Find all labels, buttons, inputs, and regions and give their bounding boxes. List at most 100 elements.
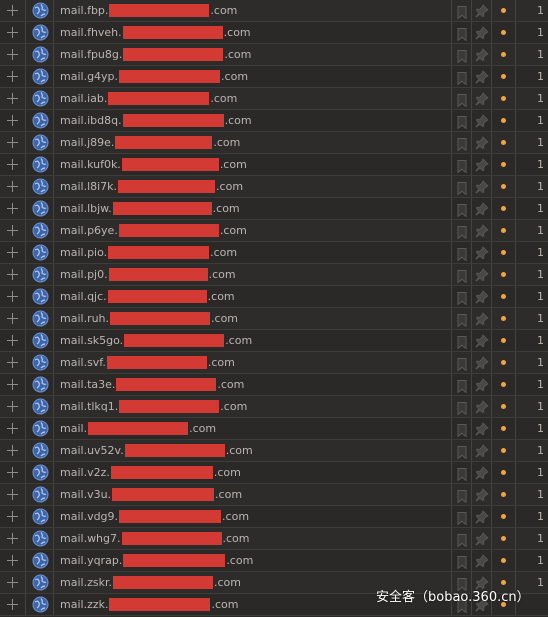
domain-name[interactable]: mail.ibd8q. .com	[60, 113, 252, 128]
expand-cell[interactable]	[0, 88, 26, 109]
domain-cell[interactable]: mail.ta3e. .com	[54, 374, 452, 395]
bookmark-icon[interactable]	[457, 246, 467, 262]
bookmark-cell[interactable]	[452, 242, 472, 263]
domain-cell[interactable]: mail.p6ye. .com	[54, 220, 452, 241]
bookmark-icon[interactable]	[457, 114, 467, 130]
pin-cell[interactable]	[472, 286, 492, 307]
pin-cell[interactable]	[472, 484, 492, 505]
bookmark-cell[interactable]	[452, 44, 472, 65]
pin-icon[interactable]	[475, 267, 489, 282]
pin-icon[interactable]	[475, 223, 489, 238]
pin-icon[interactable]	[475, 487, 489, 502]
domain-name[interactable]: mail.ta3e. .com	[60, 377, 244, 392]
plus-icon[interactable]	[7, 357, 18, 368]
pin-icon[interactable]	[475, 135, 489, 150]
bookmark-cell[interactable]	[452, 264, 472, 285]
pin-cell[interactable]	[472, 0, 492, 21]
bookmark-icon[interactable]	[457, 510, 467, 526]
pin-icon[interactable]	[475, 289, 489, 304]
domain-name[interactable]: mail.lbjw. .com	[60, 201, 240, 216]
pin-cell[interactable]	[472, 506, 492, 527]
expand-cell[interactable]	[0, 462, 26, 483]
plus-icon[interactable]	[7, 467, 18, 478]
table-row[interactable]: mail.ruh. .com 1	[0, 308, 548, 330]
table-row[interactable]: mail.kuf0k. .com 1	[0, 154, 548, 176]
plus-icon[interactable]	[7, 159, 18, 170]
table-row[interactable]: mail.svf. .com 1	[0, 352, 548, 374]
expand-cell[interactable]	[0, 440, 26, 461]
table-row[interactable]: mail.g4yp. .com 1	[0, 66, 548, 88]
bookmark-icon[interactable]	[457, 202, 467, 218]
plus-icon[interactable]	[7, 247, 18, 258]
domain-cell[interactable]: mail.ruh. .com	[54, 308, 452, 329]
pin-cell[interactable]	[472, 462, 492, 483]
domain-name[interactable]: mail.yqrap. .com	[60, 553, 253, 568]
domain-name[interactable]: mail.fhveh. .com	[60, 25, 251, 40]
table-row[interactable]: mail.j89e. .com 1	[0, 132, 548, 154]
bookmark-cell[interactable]	[452, 484, 472, 505]
bookmark-cell[interactable]	[452, 110, 472, 131]
pin-cell[interactable]	[472, 352, 492, 373]
domain-name[interactable]: mail.p6ye. .com	[60, 223, 247, 238]
bookmark-cell[interactable]	[452, 528, 472, 549]
domain-cell[interactable]: mail.sk5go. .com	[54, 330, 452, 351]
bookmark-cell[interactable]	[452, 352, 472, 373]
table-row[interactable]: mail.ibd8q. .com 1	[0, 110, 548, 132]
domain-cell[interactable]: mail.v2z. .com	[54, 462, 452, 483]
bookmark-cell[interactable]	[452, 330, 472, 351]
domain-name[interactable]: mail.pio. .com	[60, 245, 237, 260]
bookmark-icon[interactable]	[457, 466, 467, 482]
expand-cell[interactable]	[0, 330, 26, 351]
domain-name[interactable]: mail.vdg9. .com	[60, 509, 249, 524]
pin-cell[interactable]	[472, 132, 492, 153]
pin-cell[interactable]	[472, 176, 492, 197]
pin-cell[interactable]	[472, 220, 492, 241]
domain-cell[interactable]: mail.vdg9. .com	[54, 506, 452, 527]
domain-name[interactable]: mail.g4yp. .com	[60, 69, 248, 84]
domain-name[interactable]: mail.tlkq1. .com	[60, 399, 247, 414]
pin-cell[interactable]	[472, 198, 492, 219]
table-row[interactable]: mail.vdg9. .com 1	[0, 506, 548, 528]
pin-cell[interactable]	[472, 308, 492, 329]
bookmark-icon[interactable]	[457, 444, 467, 460]
bookmark-cell[interactable]	[452, 88, 472, 109]
domain-cell[interactable]: mail.ibd8q. .com	[54, 110, 452, 131]
plus-icon[interactable]	[7, 115, 18, 126]
pin-icon[interactable]	[475, 509, 489, 524]
plus-icon[interactable]	[7, 291, 18, 302]
table-row[interactable]: mail.uv52v. .com 1	[0, 440, 548, 462]
domain-name[interactable]: mail. .com	[60, 421, 216, 436]
plus-icon[interactable]	[7, 599, 18, 610]
table-row[interactable]: mail.pj0. .com 1	[0, 264, 548, 286]
pin-icon[interactable]	[475, 355, 489, 370]
pin-cell[interactable]	[472, 88, 492, 109]
table-row[interactable]: mail. .com 1	[0, 418, 548, 440]
expand-cell[interactable]	[0, 352, 26, 373]
plus-icon[interactable]	[7, 445, 18, 456]
bookmark-icon[interactable]	[457, 400, 467, 416]
domain-cell[interactable]: mail.v3u. .com	[54, 484, 452, 505]
plus-icon[interactable]	[7, 225, 18, 236]
domain-name[interactable]: mail.qjc. .com	[60, 289, 235, 304]
domain-name[interactable]: mail.ruh. .com	[60, 311, 238, 326]
pin-icon[interactable]	[475, 377, 489, 392]
bookmark-cell[interactable]	[452, 22, 472, 43]
pin-icon[interactable]	[475, 3, 489, 18]
pin-icon[interactable]	[475, 575, 489, 590]
expand-cell[interactable]	[0, 528, 26, 549]
expand-cell[interactable]	[0, 220, 26, 241]
expand-cell[interactable]	[0, 44, 26, 65]
pin-icon[interactable]	[475, 25, 489, 40]
expand-cell[interactable]	[0, 22, 26, 43]
plus-icon[interactable]	[7, 577, 18, 588]
plus-icon[interactable]	[7, 489, 18, 500]
pin-icon[interactable]	[475, 179, 489, 194]
table-row[interactable]: mail.yqrap. .com 1	[0, 550, 548, 572]
plus-icon[interactable]	[7, 71, 18, 82]
expand-cell[interactable]	[0, 176, 26, 197]
pin-cell[interactable]	[472, 44, 492, 65]
plus-icon[interactable]	[7, 49, 18, 60]
expand-cell[interactable]	[0, 594, 26, 615]
expand-cell[interactable]	[0, 66, 26, 87]
expand-cell[interactable]	[0, 0, 26, 21]
